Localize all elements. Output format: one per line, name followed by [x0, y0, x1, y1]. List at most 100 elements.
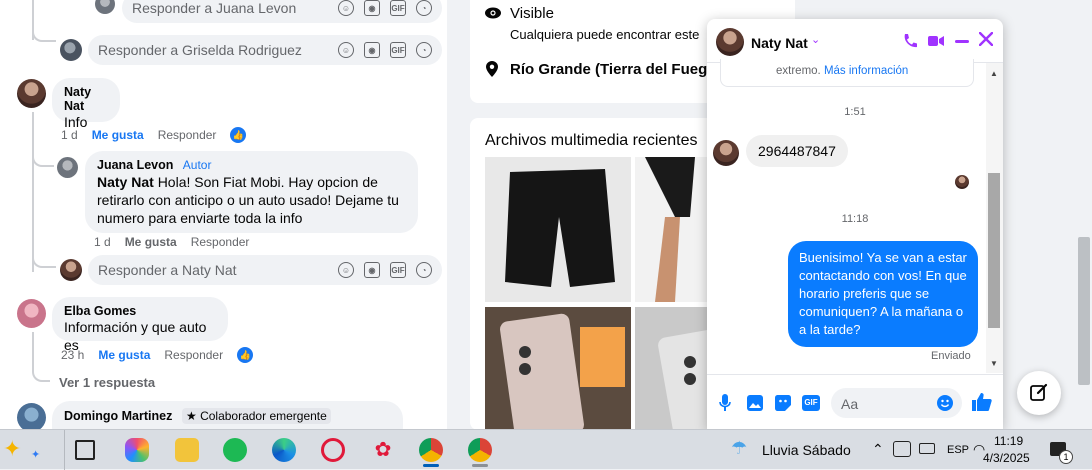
timestamp: 11:18: [841, 213, 869, 225]
scroll-down-icon[interactable]: ▼: [990, 359, 998, 368]
camera-icon[interactable]: ◉: [364, 262, 380, 278]
gif-icon[interactable]: GIF: [390, 0, 406, 16]
system-tray-icon[interactable]: [893, 441, 911, 457]
sticker-icon[interactable]: ◔: [416, 42, 432, 58]
gif-icon[interactable]: GIF: [802, 395, 820, 411]
chevron-down-icon[interactable]: ⌄: [811, 33, 820, 46]
chat-scrollbar-thumb[interactable]: [988, 173, 1000, 328]
new-message-button[interactable]: [1017, 371, 1061, 415]
camera-icon[interactable]: ◉: [364, 42, 380, 58]
scrollbar[interactable]: [447, 0, 456, 430]
sticker-icon[interactable]: [775, 395, 791, 411]
minimize-icon[interactable]: [955, 40, 969, 43]
avatar[interactable]: [57, 157, 78, 178]
message-input[interactable]: Aa: [831, 388, 962, 418]
clock-time[interactable]: 11:19: [994, 434, 1023, 448]
like-button[interactable]: Me gusta: [92, 128, 144, 142]
encryption-notice: extremo. Más información: [720, 59, 974, 87]
photo-icon[interactable]: [747, 395, 763, 411]
location-text[interactable]: Río Grande (Tierra del Fueg: [510, 61, 707, 78]
taskbar-divider: [64, 430, 65, 470]
app-icon[interactable]: ✿: [371, 438, 395, 462]
scroll-up-icon[interactable]: ▲: [990, 69, 998, 78]
task-view-icon[interactable]: [75, 440, 95, 460]
copilot-app-icon[interactable]: [125, 438, 149, 462]
weather-label[interactable]: Lluvia Sábado: [762, 442, 851, 458]
language-indicator[interactable]: ESP: [947, 444, 969, 456]
comment-actions: 1 d Me gusta Responder 👍: [61, 127, 247, 143]
comment-bubble: Naty Nat Info: [52, 78, 120, 130]
reply-input-naty[interactable]: Responder a Naty Nat ☺ ◉ GIF ◔: [88, 255, 442, 285]
sticker-icon[interactable]: ◔: [416, 262, 432, 278]
phone-icon[interactable]: [902, 33, 918, 49]
chat-avatar[interactable]: [716, 28, 744, 56]
emoji-icon[interactable]: ☺: [338, 42, 354, 58]
gif-icon[interactable]: GIF: [390, 262, 406, 278]
media-title: Archivos multimedia recientes: [485, 132, 698, 149]
scrollbar-thumb[interactable]: [1078, 237, 1090, 385]
thread-elbow: [32, 246, 56, 268]
emoji-icon[interactable]: [937, 395, 953, 411]
chat-name[interactable]: Naty Nat: [751, 35, 808, 51]
like-button[interactable]: Me gusta: [125, 235, 177, 249]
battery-icon[interactable]: [919, 443, 935, 454]
like-button[interactable]: Me gusta: [98, 348, 150, 362]
reply-input-juana[interactable]: Responder a Juana Levon ☺ ◉ GIF ◔: [122, 0, 442, 23]
mention-link[interactable]: Naty Nat: [97, 174, 154, 190]
reply-button[interactable]: Responder: [158, 128, 217, 142]
visibility-title: Visible: [510, 5, 554, 22]
avatar[interactable]: [60, 259, 82, 281]
emoji-icon[interactable]: ☺: [338, 0, 354, 16]
avatar[interactable]: [95, 0, 115, 14]
sticker-icon[interactable]: ◔: [416, 0, 432, 16]
comment-time[interactable]: 1 d: [94, 235, 111, 249]
badge-label: Colaborador emergente: [200, 409, 327, 423]
reply-input-griselda[interactable]: Responder a Griselda Rodriguez ☺ ◉ GIF ◔: [88, 35, 442, 65]
emoji-icon[interactable]: ☺: [338, 262, 354, 278]
gif-icon[interactable]: GIF: [390, 42, 406, 58]
file-explorer-icon[interactable]: [175, 438, 199, 462]
close-icon[interactable]: [978, 31, 994, 47]
video-icon[interactable]: [928, 35, 944, 47]
like-reaction-icon[interactable]: 👍: [230, 127, 247, 143]
chat-scrollbar[interactable]: ▲ ▼: [986, 63, 1003, 373]
chrome-profile-icon[interactable]: [468, 438, 492, 462]
opera-icon[interactable]: [321, 438, 345, 462]
message-avatar[interactable]: [713, 140, 739, 166]
chrome-icon[interactable]: [419, 438, 443, 462]
clock-date[interactable]: 4/3/2025: [983, 451, 1030, 465]
comment-author[interactable]: Juana Levon: [97, 158, 173, 172]
comments-panel: Responder a Juana Levon ☺ ◉ GIF ◔ Respon…: [0, 0, 456, 430]
outgoing-message[interactable]: Buenisimo! Ya se van a estar contactando…: [788, 241, 978, 347]
thread-elbow: [32, 20, 56, 42]
page-scrollbar[interactable]: [1076, 0, 1092, 430]
avatar[interactable]: [17, 403, 46, 430]
microphone-icon[interactable]: [719, 394, 731, 412]
camera-icon[interactable]: ◉: [364, 0, 380, 16]
media-thumb-shorts[interactable]: [485, 157, 631, 302]
chevron-up-icon[interactable]: ⌃: [872, 441, 884, 458]
comment-author[interactable]: Naty Nat: [64, 85, 108, 113]
notice-more-link[interactable]: Más información: [824, 65, 908, 77]
copilot-sparkle-icon[interactable]: ✦: [3, 436, 21, 462]
thumbs-up-icon[interactable]: [972, 392, 992, 412]
spotify-icon[interactable]: [223, 438, 247, 462]
like-reaction-icon[interactable]: 👍: [237, 347, 254, 363]
comment-author[interactable]: Domingo Martinez: [64, 409, 172, 423]
incoming-message[interactable]: 2964487847: [746, 135, 848, 167]
avatar[interactable]: [17, 299, 46, 328]
avatar[interactable]: [60, 39, 82, 61]
comment-time[interactable]: 23 h: [61, 348, 84, 362]
reply-placeholder: Responder a Juana Levon: [132, 0, 297, 16]
media-thumb-phone[interactable]: [485, 307, 631, 430]
rain-umbrella-icon[interactable]: ☂: [731, 438, 747, 459]
comment-actions: 1 d Me gusta Responder: [94, 235, 249, 249]
comment-author[interactable]: Elba Gomes: [64, 304, 216, 318]
reply-button[interactable]: Responder: [164, 348, 223, 362]
view-replies-link[interactable]: Ver 1 respuesta: [59, 375, 155, 390]
messenger-chat-window: Naty Nat ⌄ extremo. Más información 1:51…: [707, 19, 1003, 430]
avatar[interactable]: [17, 79, 46, 108]
reply-button[interactable]: Responder: [191, 235, 250, 249]
edge-icon[interactable]: [272, 438, 296, 462]
comment-time[interactable]: 1 d: [61, 128, 78, 142]
